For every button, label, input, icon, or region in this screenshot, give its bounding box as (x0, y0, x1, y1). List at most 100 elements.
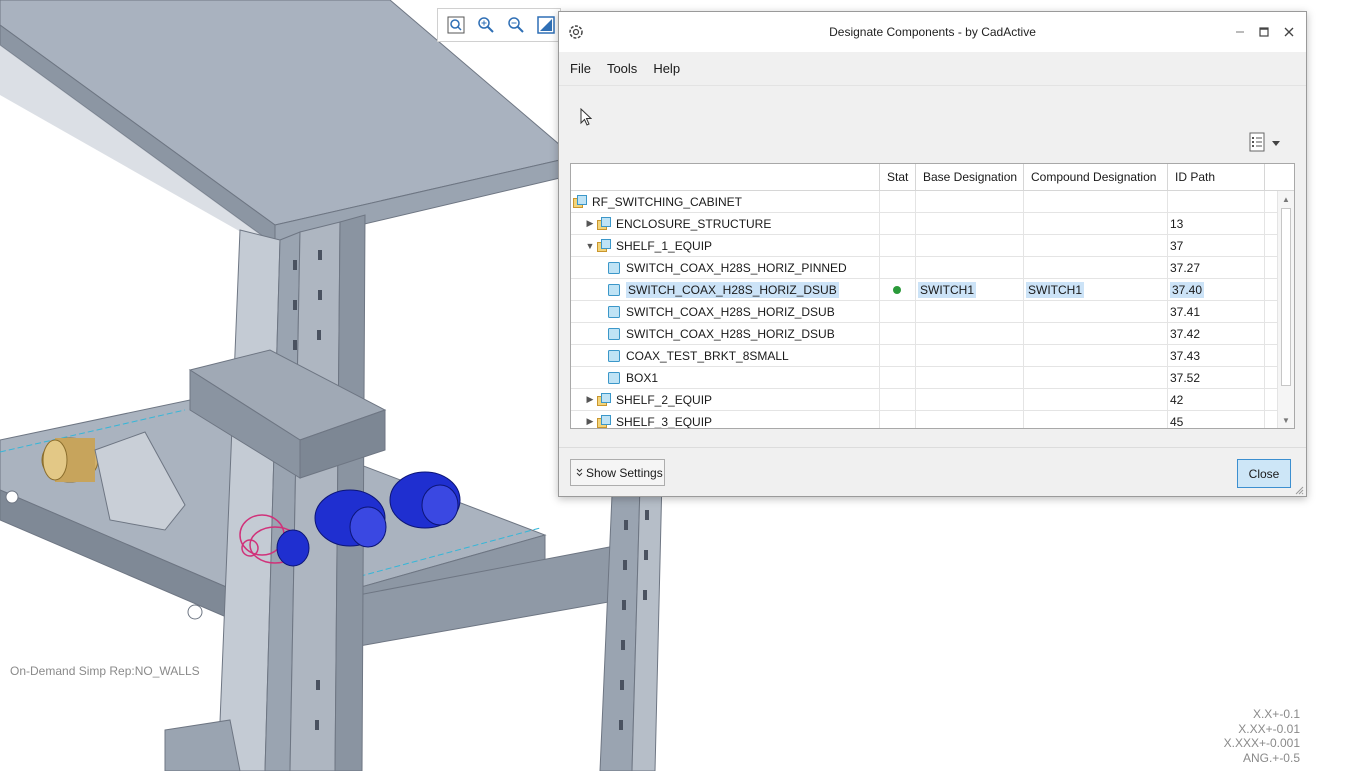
tolerance-line: X.X+-0.1 (1252, 707, 1300, 721)
id-path-cell-text: 37.40 (1170, 281, 1205, 298)
id-path-cell[interactable]: 45 (1168, 411, 1265, 428)
close-icon[interactable] (1279, 22, 1299, 42)
id-path-cell[interactable]: 37.40 (1168, 279, 1265, 300)
tree-node: BOX1 (573, 371, 658, 385)
zoom-in-icon[interactable] (474, 13, 498, 37)
menu-tools[interactable]: Tools (607, 61, 646, 76)
id-path-cell[interactable]: 37.43 (1168, 345, 1265, 366)
stat-cell (880, 213, 916, 234)
compound-designation-cell[interactable] (1024, 191, 1168, 212)
component-name-cell[interactable]: RF_SWITCHING_CABINET (571, 191, 880, 212)
zoom-fit-icon[interactable] (444, 13, 468, 37)
base-designation-cell[interactable] (916, 323, 1024, 344)
tolerance-line: ANG.+-0.5 (1242, 750, 1300, 765)
tree-node: ▶ SHELF_2_EQUIP (573, 392, 712, 407)
scrollbar-thumb[interactable] (1281, 208, 1291, 386)
compound-designation-cell[interactable] (1024, 389, 1168, 410)
base-designation-cell[interactable] (916, 213, 1024, 234)
base-designation-cell[interactable] (916, 345, 1024, 366)
expand-triangle-icon[interactable]: ▶ (583, 415, 597, 429)
display-style-icon[interactable] (534, 13, 558, 37)
compound-designation-cell[interactable] (1024, 257, 1168, 278)
menu-help[interactable]: Help (653, 61, 689, 76)
component-name-cell[interactable]: ▶ SHELF_3_EQUIP (571, 411, 880, 429)
collapse-triangle-icon[interactable]: ▼ (583, 239, 597, 253)
id-path-cell[interactable]: 37.42 (1168, 323, 1265, 344)
table-row[interactable]: ▼ SHELF_1_EQUIP 37 (571, 235, 1294, 257)
column-header-stat[interactable]: Stat (880, 164, 916, 190)
tree-node: ▼ SHELF_1_EQUIP (573, 238, 712, 253)
component-name-cell[interactable]: ▼ SHELF_1_EQUIP (571, 235, 880, 256)
table-row[interactable]: COAX_TEST_BRKT_8SMALL 37.43 (571, 345, 1294, 367)
tree-node: COAX_TEST_BRKT_8SMALL (573, 349, 789, 363)
view-options-dropdown[interactable] (1248, 132, 1288, 154)
resize-grip-icon[interactable] (1294, 484, 1304, 495)
component-name-cell[interactable]: ▶ ENCLOSURE_STRUCTURE (571, 213, 880, 234)
compound-designation-cell[interactable] (1024, 235, 1168, 256)
expand-triangle-icon[interactable]: ▶ (583, 393, 597, 407)
id-path-cell[interactable]: 37.52 (1168, 367, 1265, 388)
id-path-cell[interactable]: 37 (1168, 235, 1265, 256)
base-designation-cell[interactable] (916, 257, 1024, 278)
table-row[interactable]: ▶ SHELF_2_EQUIP 42 (571, 389, 1294, 411)
minimize-button[interactable] (1230, 22, 1250, 42)
compound-designation-cell[interactable] (1024, 411, 1168, 428)
base-designation-cell[interactable] (916, 235, 1024, 256)
table-row[interactable]: SWITCH_COAX_H28S_HORIZ_DSUB 37.41 (571, 301, 1294, 323)
show-settings-button[interactable]: Show Settings (570, 459, 665, 486)
compound-designation-cell[interactable] (1024, 213, 1168, 234)
tree-node: SWITCH_COAX_H28S_HORIZ_PINNED (573, 261, 847, 275)
base-designation-cell[interactable]: SWITCH1 (916, 279, 1024, 300)
table-row[interactable]: SWITCH_COAX_H28S_HORIZ_DSUB 37.42 (571, 323, 1294, 345)
compound-designation-cell[interactable] (1024, 367, 1168, 388)
column-header-name[interactable] (571, 164, 880, 190)
column-header-base-designation[interactable]: Base Designation (916, 164, 1024, 190)
scroll-down-icon[interactable]: ▼ (1278, 412, 1294, 428)
component-name-cell[interactable]: SWITCH_COAX_H28S_HORIZ_DSUB (571, 279, 880, 300)
dialog-toolbar (559, 86, 1306, 164)
base-designation-cell[interactable] (916, 301, 1024, 322)
id-path-cell-text: 37.27 (1170, 260, 1201, 275)
id-path-cell[interactable]: 13 (1168, 213, 1265, 234)
table-row[interactable]: ▶ ENCLOSURE_STRUCTURE 13 (571, 213, 1294, 235)
stat-cell (880, 191, 916, 212)
base-designation-cell[interactable] (916, 367, 1024, 388)
table-row[interactable]: RF_SWITCHING_CABINET (571, 191, 1294, 213)
tree-node: RF_SWITCHING_CABINET (573, 194, 742, 209)
component-name-cell[interactable]: ▶ SHELF_2_EQUIP (571, 389, 880, 410)
table-row[interactable]: BOX1 37.52 (571, 367, 1294, 389)
compound-designation-cell[interactable] (1024, 323, 1168, 344)
vertical-scrollbar[interactable]: ▲ ▼ (1277, 191, 1294, 428)
maximize-button[interactable] (1254, 22, 1274, 42)
id-path-cell[interactable]: 42 (1168, 389, 1265, 410)
id-path-cell[interactable]: 37.41 (1168, 301, 1265, 322)
component-tree-table[interactable]: Stat Base Designation Compound Designati… (570, 163, 1295, 429)
id-path-cell[interactable] (1168, 191, 1265, 212)
column-header-compound-designation[interactable]: Compound Designation (1024, 164, 1168, 190)
table-row[interactable]: SWITCH_COAX_H28S_HORIZ_DSUB SWITCH1 SWITCH… (571, 279, 1294, 301)
component-name-cell[interactable]: SWITCH_COAX_H28S_HORIZ_DSUB (571, 323, 880, 344)
id-path-cell[interactable]: 37.27 (1168, 257, 1265, 278)
column-header-id-path[interactable]: ID Path (1168, 164, 1265, 190)
component-name-cell[interactable]: COAX_TEST_BRKT_8SMALL (571, 345, 880, 366)
dialog-titlebar[interactable]: Designate Components - by CadActive (559, 12, 1306, 52)
column-header-filler (1265, 164, 1282, 190)
component-name-cell[interactable]: SWITCH_COAX_H28S_HORIZ_PINNED (571, 257, 880, 278)
zoom-out-icon[interactable] (504, 13, 528, 37)
close-button[interactable]: Close (1237, 459, 1291, 488)
compound-designation-cell[interactable] (1024, 301, 1168, 322)
base-designation-cell[interactable] (916, 191, 1024, 212)
table-row[interactable]: ▶ SHELF_3_EQUIP 45 (571, 411, 1294, 429)
scroll-up-icon[interactable]: ▲ (1278, 191, 1294, 207)
compound-designation-cell[interactable] (1024, 345, 1168, 366)
table-row[interactable]: SWITCH_COAX_H28S_HORIZ_PINNED 37.27 (571, 257, 1294, 279)
component-name-cell[interactable]: SWITCH_COAX_H28S_HORIZ_DSUB (571, 301, 880, 322)
base-designation-cell[interactable] (916, 411, 1024, 428)
expand-triangle-icon[interactable]: ▶ (583, 217, 597, 231)
menu-file[interactable]: File (570, 61, 600, 76)
base-designation-cell[interactable] (916, 389, 1024, 410)
compound-designation-cell[interactable]: SWITCH1 (1024, 279, 1168, 300)
mouse-cursor-icon (580, 107, 593, 129)
component-name-cell[interactable]: BOX1 (571, 367, 880, 388)
